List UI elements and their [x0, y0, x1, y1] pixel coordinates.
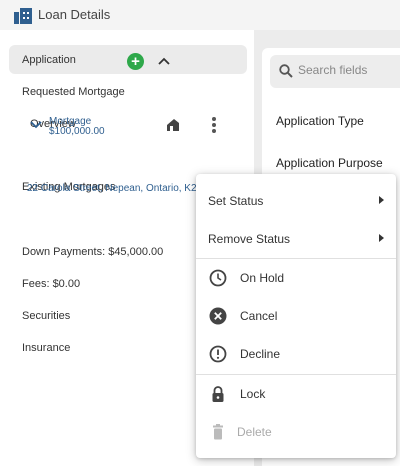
- menu-item-decline[interactable]: Decline: [196, 335, 396, 373]
- menu-item-label: On Hold: [240, 271, 285, 285]
- existing-mortgage-address-link[interactable]: 22 Carola Street, Nepean, Ontario, K2G: [27, 183, 204, 194]
- menu-item-label: Set Status: [208, 194, 264, 208]
- menu-item-label: Delete: [237, 425, 272, 439]
- chevron-down-icon[interactable]: [30, 120, 42, 129]
- search-input[interactable]: [298, 63, 398, 77]
- menu-item-lock[interactable]: Lock: [196, 375, 396, 413]
- trash-icon: [213, 424, 223, 440]
- sidebar-item-fees[interactable]: Fees: $0.00: [22, 278, 80, 290]
- app-header: Loan Details: [0, 0, 400, 30]
- mortgage-item-amount[interactable]: $100,000.00: [49, 126, 105, 137]
- clock-icon: [209, 269, 227, 287]
- chevron-up-icon[interactable]: [157, 55, 171, 67]
- house-icon: [167, 119, 179, 131]
- sidebar-item-insurance[interactable]: Insurance: [22, 342, 70, 354]
- menu-item-remove-status[interactable]: Remove Status: [196, 220, 396, 258]
- menu-item-label: Decline: [240, 347, 281, 361]
- menu-item-set-status[interactable]: Set Status: [196, 182, 396, 220]
- add-mortgage-button[interactable]: +: [127, 53, 144, 70]
- lock-icon: [212, 386, 224, 402]
- sidebar-item-label: Application: [22, 54, 76, 66]
- menu-item-cancel[interactable]: Cancel: [196, 297, 396, 335]
- menu-item-on-hold[interactable]: On Hold: [196, 259, 396, 297]
- submenu-arrow-icon: [379, 196, 384, 204]
- more-options-icon[interactable]: [209, 117, 219, 135]
- search-icon: [279, 64, 293, 78]
- sidebar-item-down-payments[interactable]: Down Payments: $45,000.00: [22, 246, 163, 258]
- submenu-arrow-icon: [379, 234, 384, 242]
- context-menu: Set Status Remove Status On Hold Cancel …: [196, 174, 396, 458]
- application-type-label: Application Type: [276, 114, 364, 128]
- sidebar-item-requested-mortgage[interactable]: Requested Mortgage: [22, 86, 125, 98]
- menu-item-label: Remove Status: [208, 232, 291, 246]
- menu-item-delete: Delete: [196, 413, 396, 451]
- menu-item-label: Lock: [240, 387, 266, 401]
- page-title: Loan Details: [38, 7, 111, 22]
- search-bar[interactable]: [270, 55, 400, 88]
- menu-item-label: Cancel: [240, 309, 278, 323]
- alert-icon: [209, 345, 227, 363]
- loan-building-icon: [14, 8, 32, 24]
- application-purpose-label: Application Purpose: [276, 156, 383, 170]
- sidebar-item-securities[interactable]: Securities: [22, 310, 70, 322]
- cancel-icon: [209, 307, 227, 325]
